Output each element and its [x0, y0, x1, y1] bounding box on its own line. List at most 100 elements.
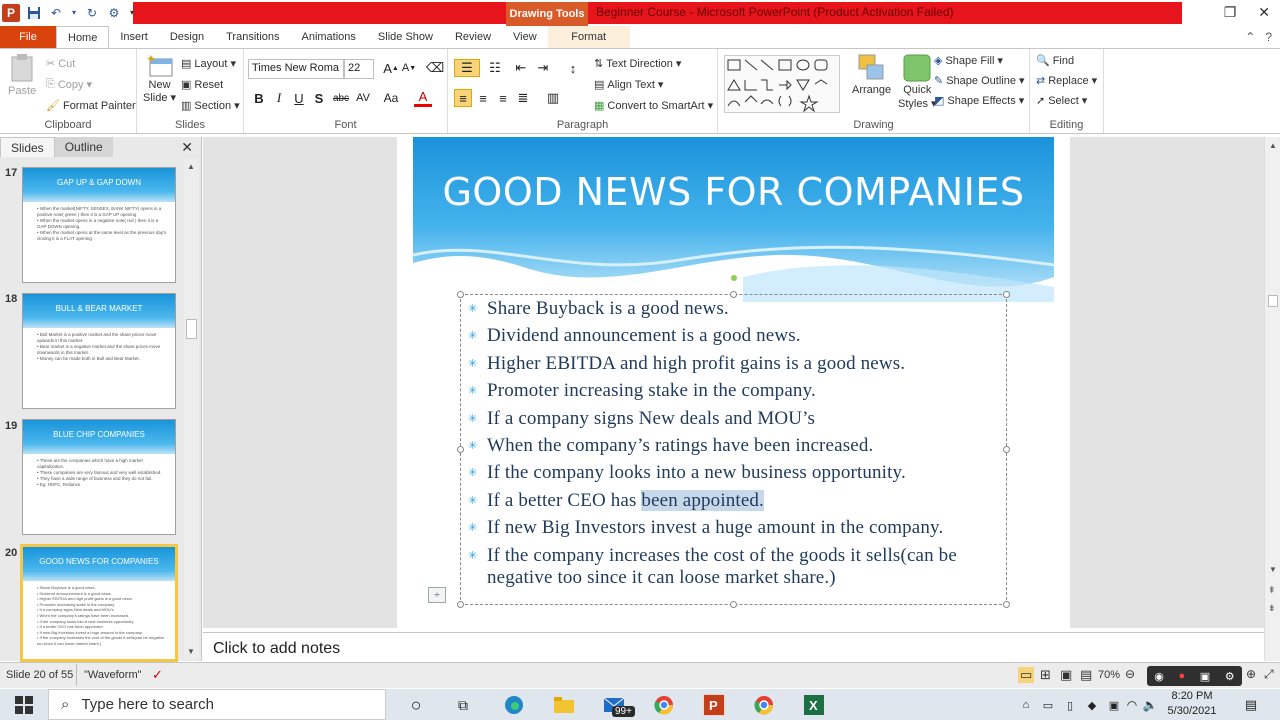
- screen-recorder-toolbar[interactable]: ◉ ● ▣ ⚙: [1147, 666, 1242, 686]
- redo-icon[interactable]: ↻: [84, 5, 100, 21]
- resize-handle[interactable]: [1003, 601, 1010, 608]
- bullet-item[interactable]: Share Buyback is a good news.: [468, 298, 998, 320]
- justify-button[interactable]: ≣: [514, 89, 532, 107]
- bold-button[interactable]: B: [250, 89, 268, 107]
- shrink-font-icon[interactable]: A ▼: [400, 59, 418, 77]
- next-slide-icon[interactable]: ⇟: [1268, 603, 1276, 614]
- clock[interactable]: 8:20 PM 5/30/2021: [1160, 690, 1224, 717]
- slide-sorter-icon[interactable]: ⊞: [1040, 667, 1051, 683]
- arrange-button[interactable]: Arrange: [852, 53, 891, 96]
- resize-handle[interactable]: [1003, 446, 1010, 453]
- dropbox-icon[interactable]: ◆: [1081, 694, 1103, 716]
- tab-design[interactable]: Design: [159, 26, 215, 48]
- file-explorer-icon[interactable]: [553, 694, 575, 716]
- font-name-field[interactable]: Times New Roma: [248, 59, 344, 79]
- tab-insert[interactable]: Insert: [109, 26, 159, 48]
- notes-placeholder[interactable]: Click to add notes: [213, 640, 340, 658]
- reading-view-icon[interactable]: ▣: [1060, 667, 1072, 683]
- restore-icon[interactable]: ❐: [1224, 4, 1237, 21]
- customize-icon[interactable]: ⚙: [106, 5, 122, 21]
- underline-button[interactable]: U: [290, 89, 308, 107]
- section-button[interactable]: ▥ Section ▾: [181, 99, 240, 113]
- save-icon[interactable]: [26, 5, 42, 21]
- scroll-down-icon[interactable]: ▼: [1269, 565, 1277, 574]
- strikethrough-button[interactable]: abc: [332, 89, 350, 107]
- powerpoint-taskbar-icon[interactable]: P: [703, 694, 725, 716]
- char-spacing-button[interactable]: AV: [354, 89, 372, 107]
- shape-outline-button[interactable]: ✎ Shape Outline ▾: [934, 74, 1024, 88]
- battery-icon[interactable]: ▯: [1059, 694, 1081, 716]
- help-icon[interactable]: ?: [1265, 30, 1272, 44]
- record-icon[interactable]: ●: [1179, 670, 1186, 682]
- spellcheck-icon[interactable]: ✓: [152, 667, 163, 683]
- increase-indent-icon[interactable]: ⇥: [534, 59, 552, 77]
- scroll-thumb[interactable]: [186, 319, 197, 339]
- slide-title[interactable]: GOOD NEWS FOR COMPANIES: [413, 170, 1054, 214]
- text-direction-button[interactable]: ⇅ Text Direction ▾: [594, 57, 681, 71]
- edge-icon[interactable]: [503, 694, 525, 716]
- tab-view[interactable]: View: [502, 26, 548, 48]
- meet-now-icon[interactable]: ▭: [1037, 694, 1059, 716]
- taskbar-search[interactable]: ⌕ Type here to search: [48, 689, 386, 720]
- tab-review[interactable]: Review: [444, 26, 502, 48]
- bullets-button[interactable]: ☰: [454, 59, 480, 77]
- align-right-button[interactable]: ≡: [494, 89, 512, 107]
- align-center-button[interactable]: ≡: [474, 89, 492, 107]
- tab-home[interactable]: Home: [56, 26, 110, 48]
- settings-icon[interactable]: ⚙: [1225, 670, 1235, 683]
- tab-slides[interactable]: Slides: [0, 137, 55, 157]
- thumbnail-scrollbar[interactable]: ▲ ▼: [184, 159, 199, 659]
- copy-button[interactable]: ⎘ Copy ▾: [46, 78, 92, 91]
- resize-handle[interactable]: [457, 601, 464, 608]
- qat-dropdown-icon[interactable]: ▾: [128, 5, 136, 21]
- bullet-item[interactable]: When the company’s ratings have been inc…: [468, 435, 998, 457]
- tab-animations[interactable]: Animations: [291, 26, 367, 48]
- close-pane-icon[interactable]: ✕: [181, 139, 193, 156]
- zoom-in-icon[interactable]: ⊕: [1246, 667, 1256, 681]
- select-button[interactable]: ➚ Select ▾: [1036, 94, 1087, 108]
- volume-icon[interactable]: 🔈: [1139, 694, 1161, 716]
- previous-slide-icon[interactable]: ⇞: [1268, 585, 1276, 596]
- undo-icon[interactable]: ↶: [48, 5, 64, 21]
- clear-format-icon[interactable]: ⌫: [426, 59, 444, 77]
- excel-icon[interactable]: X: [803, 694, 825, 716]
- line-spacing-icon[interactable]: ↕: [564, 59, 582, 77]
- zoom-out-icon[interactable]: ⊖: [1125, 667, 1135, 681]
- tab-outline[interactable]: Outline: [54, 137, 113, 157]
- align-text-button[interactable]: ▤ Align Text ▾: [594, 78, 663, 92]
- italic-button[interactable]: I: [270, 89, 288, 107]
- find-button[interactable]: 🔍 Find: [1036, 54, 1074, 68]
- bullet-item[interactable]: If the company increases the cost of the…: [468, 545, 998, 589]
- paste-button[interactable]: Paste: [8, 53, 36, 97]
- tab-file[interactable]: File: [0, 26, 56, 48]
- font-size-field[interactable]: 22: [344, 59, 374, 79]
- bullet-item[interactable]: If a better CEO has been appointed.: [468, 489, 998, 512]
- fit-to-window-icon[interactable]: ⤢: [1264, 667, 1274, 682]
- autofit-options-icon[interactable]: ÷: [428, 587, 446, 603]
- scroll-down-icon[interactable]: ▼: [187, 647, 195, 656]
- powerpoint-logo-icon[interactable]: P: [2, 3, 20, 22]
- scroll-thumb[interactable]: [1268, 295, 1278, 307]
- notes-pane[interactable]: [203, 632, 1264, 661]
- tab-format[interactable]: Format: [547, 26, 630, 48]
- notifications-icon[interactable]: ▤: [1240, 694, 1262, 716]
- resize-handle[interactable]: [1003, 291, 1010, 298]
- normal-view-icon[interactable]: ▭: [1018, 667, 1035, 683]
- tray-overflow-icon[interactable]: ⌂: [1015, 694, 1037, 716]
- slide-thumbnail[interactable]: BULL & BEAR MARKET Bull Market is a posi…: [22, 293, 176, 409]
- resize-handle[interactable]: [457, 291, 464, 298]
- bullet-list[interactable]: Share Buyback is a good news. Dividend a…: [468, 298, 998, 594]
- resize-handle[interactable]: [457, 446, 464, 453]
- convert-smartart-button[interactable]: ▦ Convert to SmartArt ▾: [594, 99, 713, 113]
- replace-button[interactable]: ⇄ Replace ▾: [1036, 74, 1097, 88]
- rotate-handle[interactable]: [731, 275, 737, 281]
- bullet-item[interactable]: Higher EBITDA and high profit gains is a…: [468, 353, 998, 375]
- undo-dropdown-icon[interactable]: ▾: [70, 5, 78, 21]
- align-left-button[interactable]: ≡: [454, 89, 472, 107]
- scroll-up-icon[interactable]: ▲: [1269, 141, 1277, 150]
- reset-button[interactable]: ▣ Reset: [181, 78, 223, 92]
- bullet-item[interactable]: If new Big Investors invest a huge amoun…: [468, 517, 998, 539]
- cut-button[interactable]: ✂ Cut: [46, 57, 75, 71]
- camera-icon[interactable]: ◉: [1154, 670, 1164, 683]
- task-view-icon[interactable]: ⧉: [452, 694, 474, 716]
